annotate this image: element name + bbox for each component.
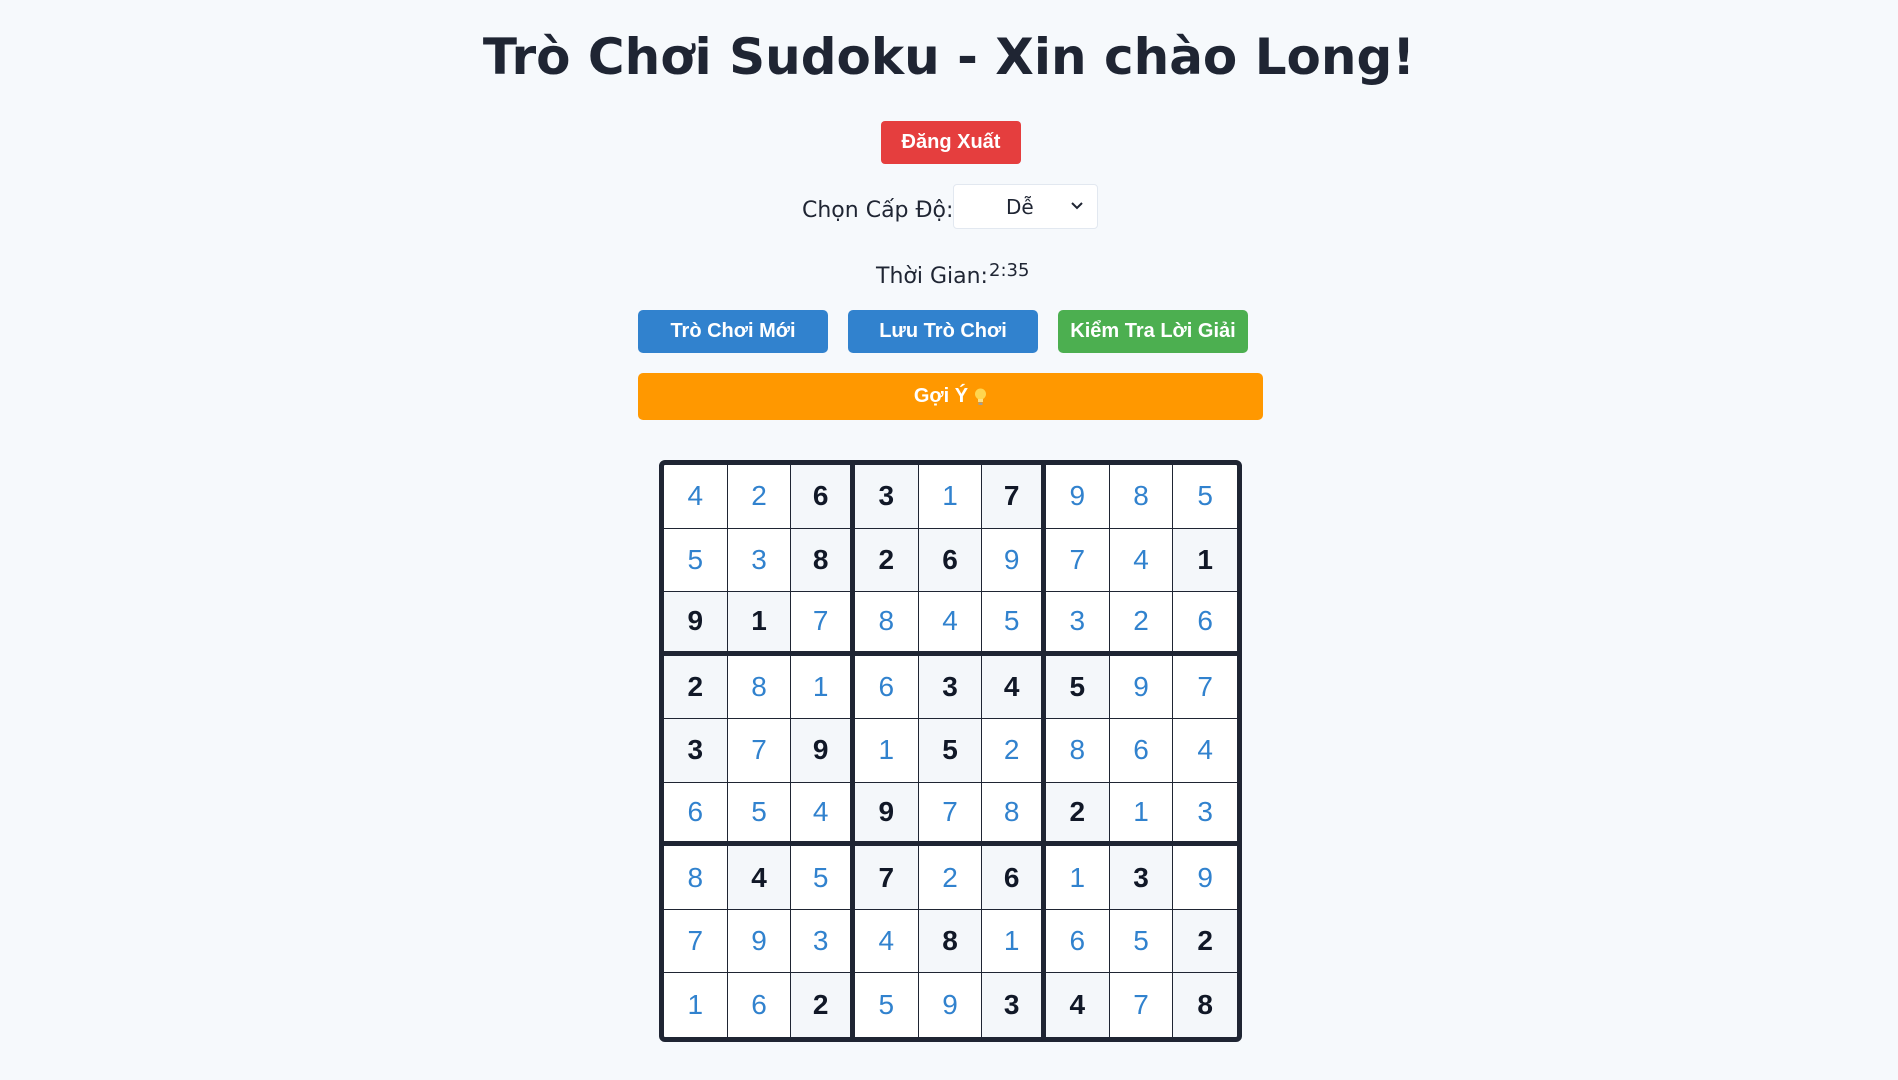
sudoku-cell[interactable]: 7 bbox=[664, 909, 728, 974]
hint-label: Gợi Ý bbox=[913, 385, 969, 407]
sudoku-cell[interactable]: 9 bbox=[791, 719, 855, 783]
sudoku-cell[interactable]: 3 bbox=[1046, 592, 1110, 656]
sudoku-cell[interactable]: 3 bbox=[727, 528, 792, 593]
sudoku-cell[interactable]: 8 bbox=[664, 846, 728, 910]
sudoku-cell[interactable]: 3 bbox=[855, 465, 919, 529]
timer-value: 2:35 bbox=[989, 260, 1030, 281]
sudoku-cell[interactable]: 8 bbox=[1046, 719, 1110, 783]
sudoku-cell[interactable]: 8 bbox=[791, 528, 855, 593]
level-label: Chọn Cấp Độ: bbox=[802, 198, 954, 223]
new-game-button[interactable]: Trò Chơi Mới bbox=[638, 310, 828, 353]
sudoku-cell[interactable]: 5 bbox=[1109, 909, 1174, 974]
sudoku-cell[interactable]: 7 bbox=[791, 592, 855, 656]
sudoku-cell[interactable]: 4 bbox=[918, 592, 983, 656]
sudoku-cell[interactable]: 6 bbox=[918, 528, 983, 593]
sudoku-cell[interactable]: 2 bbox=[1046, 782, 1110, 847]
sudoku-cell[interactable]: 8 bbox=[727, 655, 792, 720]
save-game-button[interactable]: Lưu Trò Chơi bbox=[848, 310, 1038, 353]
sudoku-cell[interactable]: 2 bbox=[1173, 909, 1237, 974]
sudoku-cell[interactable]: 5 bbox=[791, 846, 855, 910]
sudoku-cell[interactable]: 4 bbox=[727, 846, 792, 910]
sudoku-cell[interactable]: 7 bbox=[918, 782, 983, 847]
sudoku-cell[interactable]: 6 bbox=[982, 846, 1046, 910]
sudoku-cell[interactable]: 7 bbox=[1046, 528, 1110, 593]
timer-row: Thời Gian: 2:35 bbox=[0, 258, 1898, 292]
sudoku-cell[interactable]: 8 bbox=[855, 592, 919, 656]
sudoku-cell[interactable]: 3 bbox=[1109, 846, 1174, 910]
sudoku-cell[interactable]: 2 bbox=[791, 973, 855, 1037]
sudoku-cell[interactable]: 9 bbox=[1173, 846, 1237, 910]
sudoku-cell[interactable]: 5 bbox=[727, 782, 792, 847]
sudoku-cell[interactable]: 4 bbox=[982, 655, 1046, 720]
sudoku-cell[interactable]: 2 bbox=[664, 655, 728, 720]
sudoku-cell[interactable]: 3 bbox=[664, 719, 728, 783]
level-row: Chọn Cấp Độ: Dễ bbox=[0, 184, 1898, 230]
sudoku-cell[interactable]: 6 bbox=[664, 782, 728, 847]
sudoku-cell[interactable]: 9 bbox=[664, 592, 728, 656]
sudoku-cell[interactable]: 1 bbox=[855, 719, 919, 783]
sudoku-cell[interactable]: 3 bbox=[918, 655, 983, 720]
sudoku-cell[interactable]: 6 bbox=[1173, 592, 1237, 656]
sudoku-cell[interactable]: 6 bbox=[1046, 909, 1110, 974]
sudoku-cell[interactable]: 5 bbox=[1173, 465, 1237, 529]
sudoku-cell[interactable]: 7 bbox=[727, 719, 792, 783]
sudoku-cell[interactable]: 9 bbox=[855, 782, 919, 847]
sudoku-cell[interactable]: 7 bbox=[1109, 973, 1174, 1037]
sudoku-cell[interactable]: 1 bbox=[982, 909, 1046, 974]
level-selected-value: Dễ bbox=[1006, 195, 1034, 219]
sudoku-cell[interactable]: 6 bbox=[855, 655, 919, 720]
sudoku-cell[interactable]: 2 bbox=[855, 528, 919, 593]
timer-label: Thời Gian: bbox=[876, 264, 988, 289]
sudoku-cell[interactable]: 7 bbox=[982, 465, 1046, 529]
sudoku-cell[interactable]: 5 bbox=[918, 719, 983, 783]
page-title: Trò Chơi Sudoku - Xin chào Long! bbox=[482, 28, 1416, 86]
sudoku-cell[interactable]: 9 bbox=[1109, 655, 1174, 720]
sudoku-cell[interactable]: 9 bbox=[1046, 465, 1110, 529]
level-select[interactable]: Dễ bbox=[953, 184, 1098, 229]
hint-button[interactable]: Gợi Ý bbox=[638, 373, 1263, 420]
sudoku-cell[interactable]: 8 bbox=[918, 909, 983, 974]
sudoku-cell[interactable]: 1 bbox=[791, 655, 855, 720]
sudoku-cell[interactable]: 1 bbox=[1046, 846, 1110, 910]
sudoku-cell[interactable]: 4 bbox=[1109, 528, 1174, 593]
sudoku-cell[interactable]: 9 bbox=[727, 909, 792, 974]
sudoku-cell[interactable]: 8 bbox=[1173, 973, 1237, 1037]
sudoku-cell[interactable]: 4 bbox=[855, 909, 919, 974]
sudoku-cell[interactable]: 4 bbox=[791, 782, 855, 847]
check-solution-button[interactable]: Kiểm Tra Lời Giải bbox=[1058, 310, 1248, 353]
sudoku-cell[interactable]: 1 bbox=[1109, 782, 1174, 847]
sudoku-cell[interactable]: 6 bbox=[791, 465, 855, 529]
sudoku-cell[interactable]: 5 bbox=[855, 973, 919, 1037]
sudoku-cell[interactable]: 2 bbox=[1109, 592, 1174, 656]
sudoku-cell[interactable]: 1 bbox=[727, 592, 792, 656]
logout-button[interactable]: Đăng Xuất bbox=[881, 121, 1021, 164]
sudoku-cell[interactable]: 1 bbox=[664, 973, 728, 1037]
sudoku-cell[interactable]: 8 bbox=[982, 782, 1046, 847]
sudoku-cell[interactable]: 3 bbox=[982, 973, 1046, 1037]
sudoku-cell[interactable]: 9 bbox=[918, 973, 983, 1037]
sudoku-cell[interactable]: 1 bbox=[1173, 528, 1237, 593]
sudoku-cell[interactable]: 6 bbox=[1109, 719, 1174, 783]
sudoku-cell[interactable]: 5 bbox=[982, 592, 1046, 656]
sudoku-cell[interactable]: 4 bbox=[664, 465, 728, 529]
sudoku-cell[interactable]: 5 bbox=[664, 528, 728, 593]
sudoku-cell[interactable]: 3 bbox=[1173, 782, 1237, 847]
sudoku-cell[interactable]: 7 bbox=[855, 846, 919, 910]
chevron-down-icon bbox=[1071, 202, 1083, 210]
sudoku-cell[interactable]: 2 bbox=[727, 465, 792, 529]
lightbulb-icon bbox=[975, 388, 987, 405]
sudoku-cell[interactable]: 7 bbox=[1173, 655, 1237, 720]
sudoku-cell[interactable]: 8 bbox=[1109, 465, 1174, 529]
sudoku-cell[interactable]: 1 bbox=[918, 465, 983, 529]
sudoku-page: Trò Chơi Sudoku - Xin chào Long! Đăng Xu… bbox=[0, 0, 1898, 1080]
sudoku-cell[interactable]: 4 bbox=[1173, 719, 1237, 783]
sudoku-cell[interactable]: 3 bbox=[791, 909, 855, 974]
sudoku-cell[interactable]: 9 bbox=[982, 528, 1046, 593]
sudoku-cell[interactable]: 6 bbox=[727, 973, 792, 1037]
sudoku-cell[interactable]: 4 bbox=[1046, 973, 1110, 1037]
sudoku-cell[interactable]: 2 bbox=[918, 846, 983, 910]
sudoku-board: 4263179855382697419178453262816345973791… bbox=[659, 460, 1242, 1042]
sudoku-cell[interactable]: 5 bbox=[1046, 655, 1110, 720]
sudoku-cell[interactable]: 2 bbox=[982, 719, 1046, 783]
